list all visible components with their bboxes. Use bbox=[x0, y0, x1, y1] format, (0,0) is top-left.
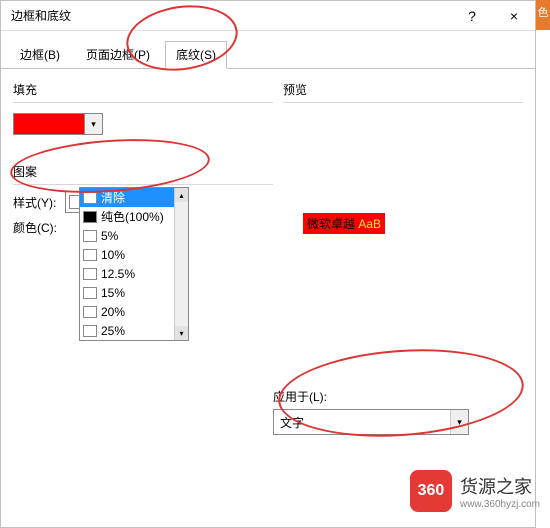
borders-shading-dialog: 边框和底纹 ? × 边框(B) 页面边框(P) 底纹(S) 填充 ▾ 图案 样式… bbox=[0, 0, 536, 528]
style-label: 样式(Y): bbox=[13, 194, 65, 211]
option-swatch-icon bbox=[83, 192, 97, 204]
option-label: 纯色(100%) bbox=[101, 208, 164, 225]
ribbon-remnant: 色 bbox=[536, 0, 550, 30]
option-label: 20% bbox=[101, 305, 125, 319]
pattern-section-label: 图案 bbox=[13, 163, 273, 180]
help-button[interactable]: ? bbox=[451, 2, 493, 30]
preview-section-label: 预览 bbox=[283, 81, 523, 98]
color-label: 颜色(C): bbox=[13, 219, 65, 236]
option-label: 清除 bbox=[101, 189, 125, 206]
style-option[interactable]: 12.5% bbox=[80, 264, 188, 283]
scroll-down-icon[interactable]: ▾ bbox=[175, 326, 188, 340]
tab-strip: 边框(B) 页面边框(P) 底纹(S) bbox=[1, 31, 535, 69]
option-label: 5% bbox=[101, 229, 118, 243]
style-option[interactable]: 10% bbox=[80, 245, 188, 264]
option-swatch-icon bbox=[83, 325, 97, 337]
style-option[interactable]: 清除 bbox=[80, 188, 188, 207]
option-label: 12.5% bbox=[101, 267, 135, 281]
tab-shading[interactable]: 底纹(S) bbox=[165, 41, 227, 69]
chevron-down-icon: ▾ bbox=[450, 410, 468, 434]
style-dropdown-list[interactable]: ▴ ▾ 清除纯色(100%) 5% 10% 12.5% 15% 20% 25% bbox=[79, 187, 189, 341]
tab-page-border[interactable]: 页面边框(P) bbox=[75, 41, 161, 68]
option-swatch-icon bbox=[83, 249, 97, 261]
tab-borders[interactable]: 边框(B) bbox=[9, 41, 71, 68]
fill-color-swatch[interactable] bbox=[13, 113, 85, 135]
fill-section-label: 填充 bbox=[13, 81, 273, 98]
option-label: 15% bbox=[101, 286, 125, 300]
option-swatch-icon bbox=[83, 268, 97, 280]
watermark: 360 货源之家 www.360hyzj.com bbox=[410, 470, 540, 512]
option-label: 25% bbox=[101, 324, 125, 338]
watermark-url: www.360hyzj.com bbox=[460, 499, 540, 510]
list-scrollbar[interactable]: ▴ ▾ bbox=[174, 188, 188, 340]
right-panel: 预览 微软卓越 AaB 应用于(L): 文字 ▾ bbox=[273, 77, 523, 501]
apply-to-select[interactable]: 文字 ▾ bbox=[273, 409, 469, 435]
option-swatch-icon bbox=[83, 211, 97, 223]
titlebar: 边框和底纹 ? × bbox=[1, 1, 535, 31]
apply-to-block: 应用于(L): 文字 ▾ bbox=[273, 388, 511, 435]
option-swatch-icon bbox=[83, 306, 97, 318]
style-option[interactable]: 5% bbox=[80, 226, 188, 245]
apply-to-label: 应用于(L): bbox=[273, 388, 511, 405]
style-option[interactable]: 纯色(100%) bbox=[80, 207, 188, 226]
option-swatch-icon bbox=[83, 230, 97, 242]
preview-sample: 微软卓越 AaB bbox=[303, 213, 385, 234]
style-option[interactable]: 15% bbox=[80, 283, 188, 302]
option-swatch-icon bbox=[83, 287, 97, 299]
apply-to-value: 文字 bbox=[274, 414, 450, 431]
style-option[interactable]: 25% bbox=[80, 321, 188, 340]
option-label: 10% bbox=[101, 248, 125, 262]
logo-360: 360 bbox=[410, 470, 452, 512]
close-button[interactable]: × bbox=[493, 2, 535, 30]
dialog-title: 边框和底纹 bbox=[11, 7, 451, 24]
fill-color-dropdown[interactable]: ▾ bbox=[85, 113, 103, 135]
watermark-brand: 货源之家 bbox=[460, 473, 540, 499]
style-option[interactable]: 20% bbox=[80, 302, 188, 321]
scroll-up-icon[interactable]: ▴ bbox=[175, 188, 188, 202]
